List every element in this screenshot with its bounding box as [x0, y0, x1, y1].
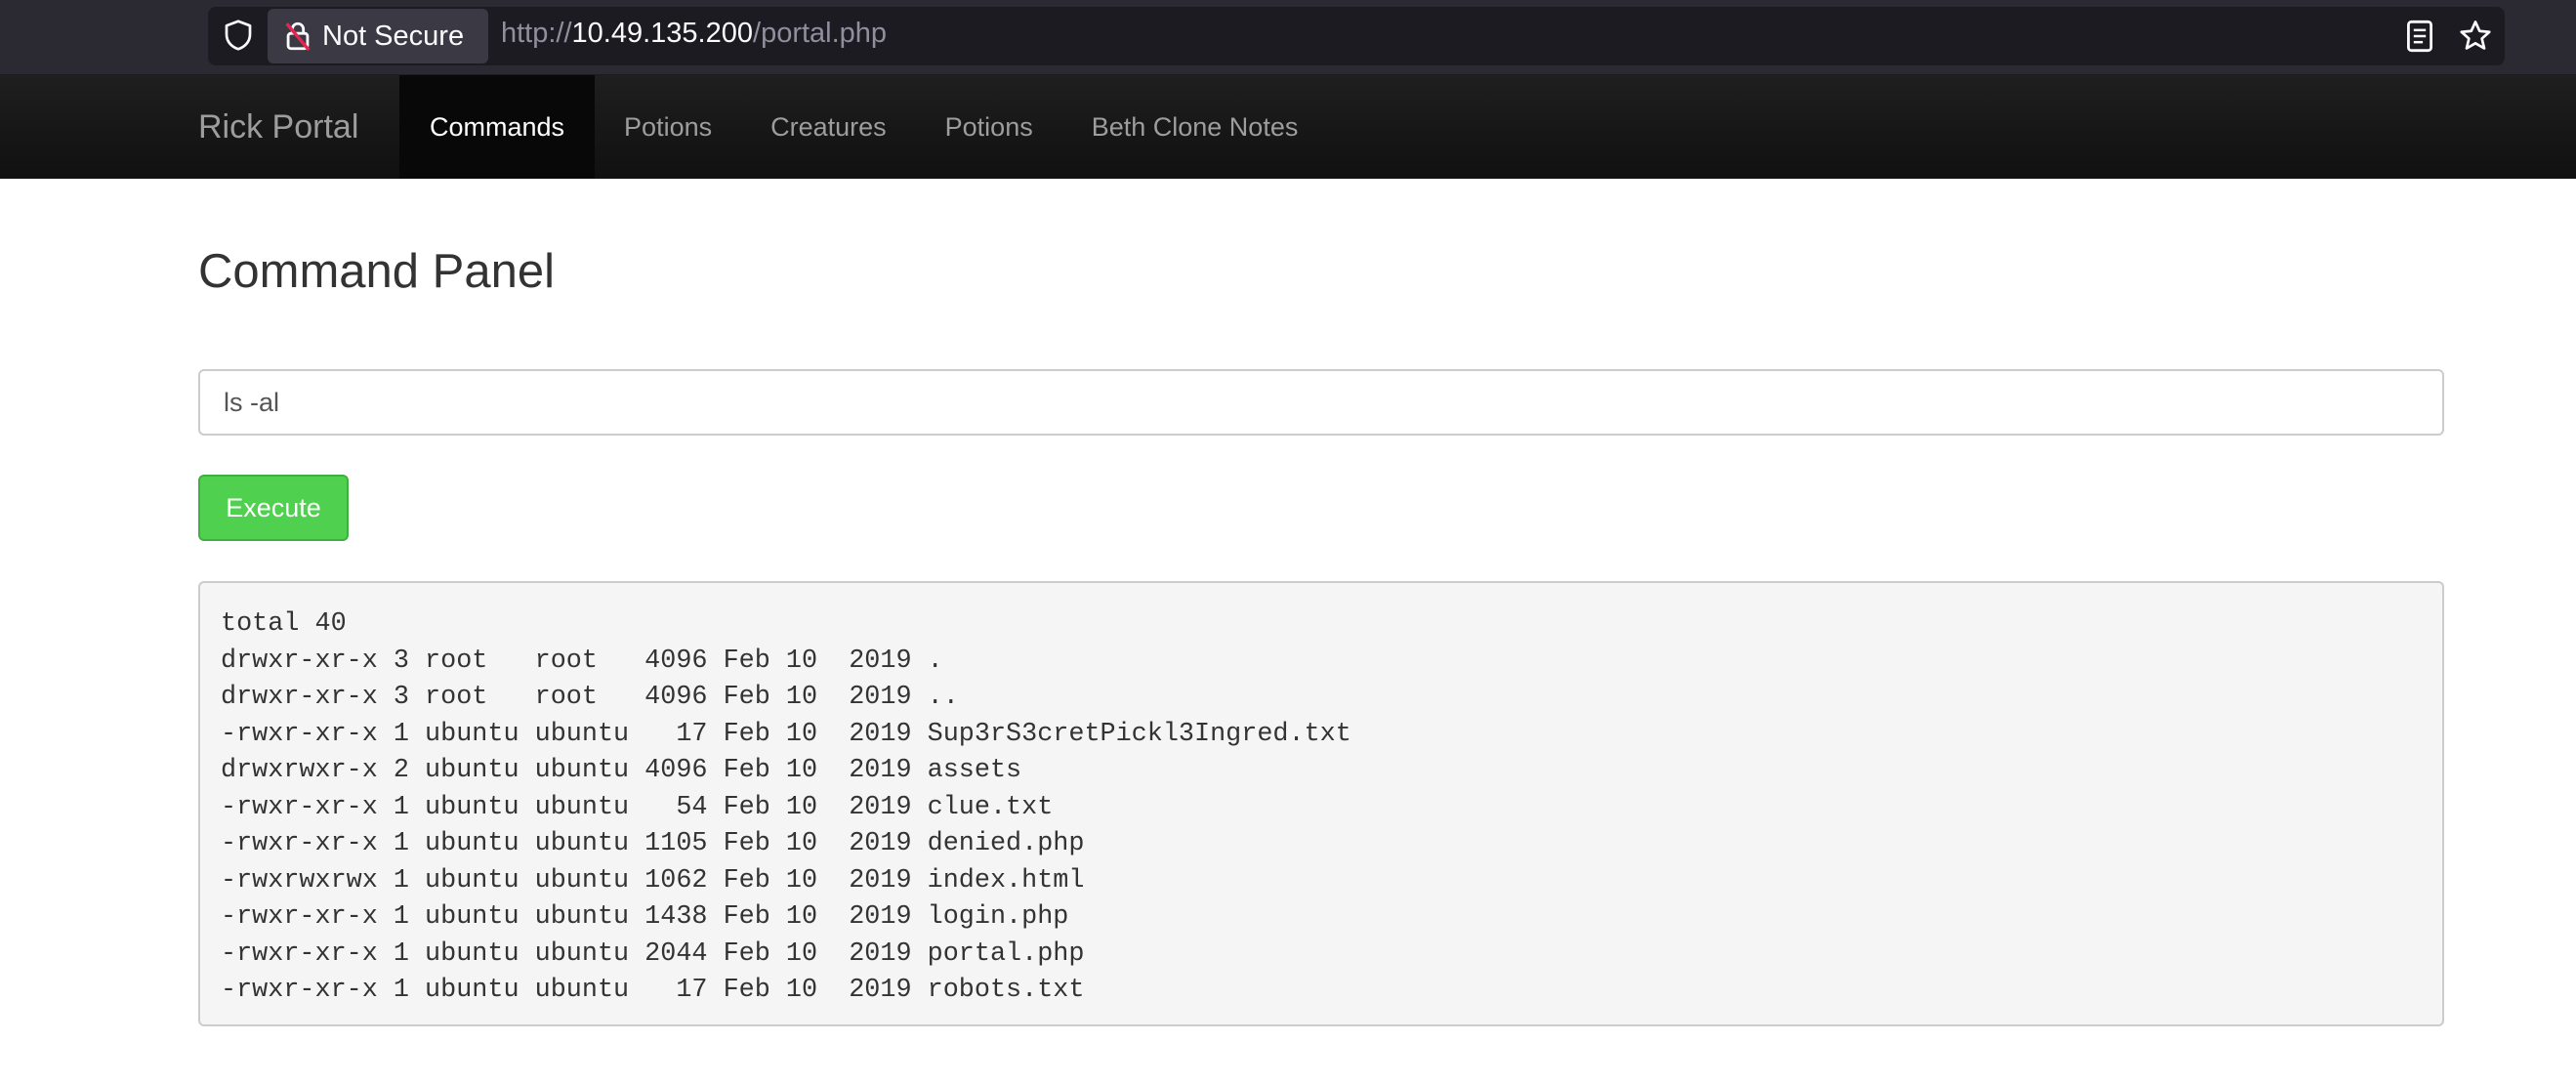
security-indicator[interactable]: Not Secure	[268, 9, 488, 63]
reader-view-icon[interactable]	[2404, 20, 2435, 53]
output-line: -rwxrwxrwx 1 ubuntu ubuntu 1062 Feb 10 2…	[221, 865, 1085, 896]
url-scheme: http://	[501, 18, 572, 49]
nav-item-beth-clone-notes[interactable]: Beth Clone Notes	[1062, 75, 1328, 179]
security-label: Not Secure	[322, 20, 465, 52]
output-line: -rwxr-xr-x 1 ubuntu ubuntu 17 Feb 10 201…	[221, 976, 1085, 1005]
site-navbar: Rick Portal Commands Potions Creatures P…	[0, 75, 2576, 179]
url-path: /portal.php	[753, 18, 888, 49]
command-output: total 40 drwxr-xr-x 3 root root 4096 Feb …	[198, 581, 2444, 1026]
execute-button[interactable]: Execute	[198, 475, 349, 541]
output-line: -rwxr-xr-x 1 ubuntu ubuntu 1105 Feb 10 2…	[221, 829, 1085, 858]
shield-icon[interactable]	[221, 18, 256, 53]
nav-item-potions-2[interactable]: Potions	[916, 75, 1062, 179]
nav-item-potions[interactable]: Potions	[595, 75, 741, 179]
nav-item-commands[interactable]: Commands	[399, 75, 596, 179]
browser-toolbar: Not Secure http://10.49.135.200/portal.p…	[0, 0, 2576, 75]
output-line: -rwxr-xr-x 1 ubuntu ubuntu 2044 Feb 10 2…	[221, 938, 1085, 969]
url-host: 10.49.135.200	[571, 18, 754, 49]
page-title: Command Panel	[198, 245, 555, 298]
lock-slash-icon	[285, 21, 311, 52]
nav-menu: Commands Potions Creatures Potions Beth …	[399, 75, 1327, 179]
brand-link[interactable]: Rick Portal	[198, 75, 358, 179]
output-line: drwxr-xr-x 3 root root 4096 Feb 10 2019 …	[221, 646, 943, 676]
output-line: -rwxr-xr-x 1 ubuntu ubuntu 1438 Feb 10 2…	[221, 902, 1069, 932]
nav-item-creatures[interactable]: Creatures	[741, 75, 916, 179]
output-line: total 40	[221, 609, 347, 639]
output-line: drwxr-xr-x 3 root root 4096 Feb 10 2019 …	[221, 683, 959, 712]
output-line: -rwxr-xr-x 1 ubuntu ubuntu 17 Feb 10 201…	[221, 719, 1351, 749]
url-text[interactable]: http://10.49.135.200/portal.php	[501, 18, 887, 50]
output-line: -rwxr-xr-x 1 ubuntu ubuntu 54 Feb 10 201…	[221, 792, 1054, 822]
command-input[interactable]	[198, 369, 2444, 436]
output-line: drwxrwxr-x 2 ubuntu ubuntu 4096 Feb 10 2…	[221, 756, 1022, 785]
bookmark-star-icon[interactable]	[2457, 18, 2494, 55]
